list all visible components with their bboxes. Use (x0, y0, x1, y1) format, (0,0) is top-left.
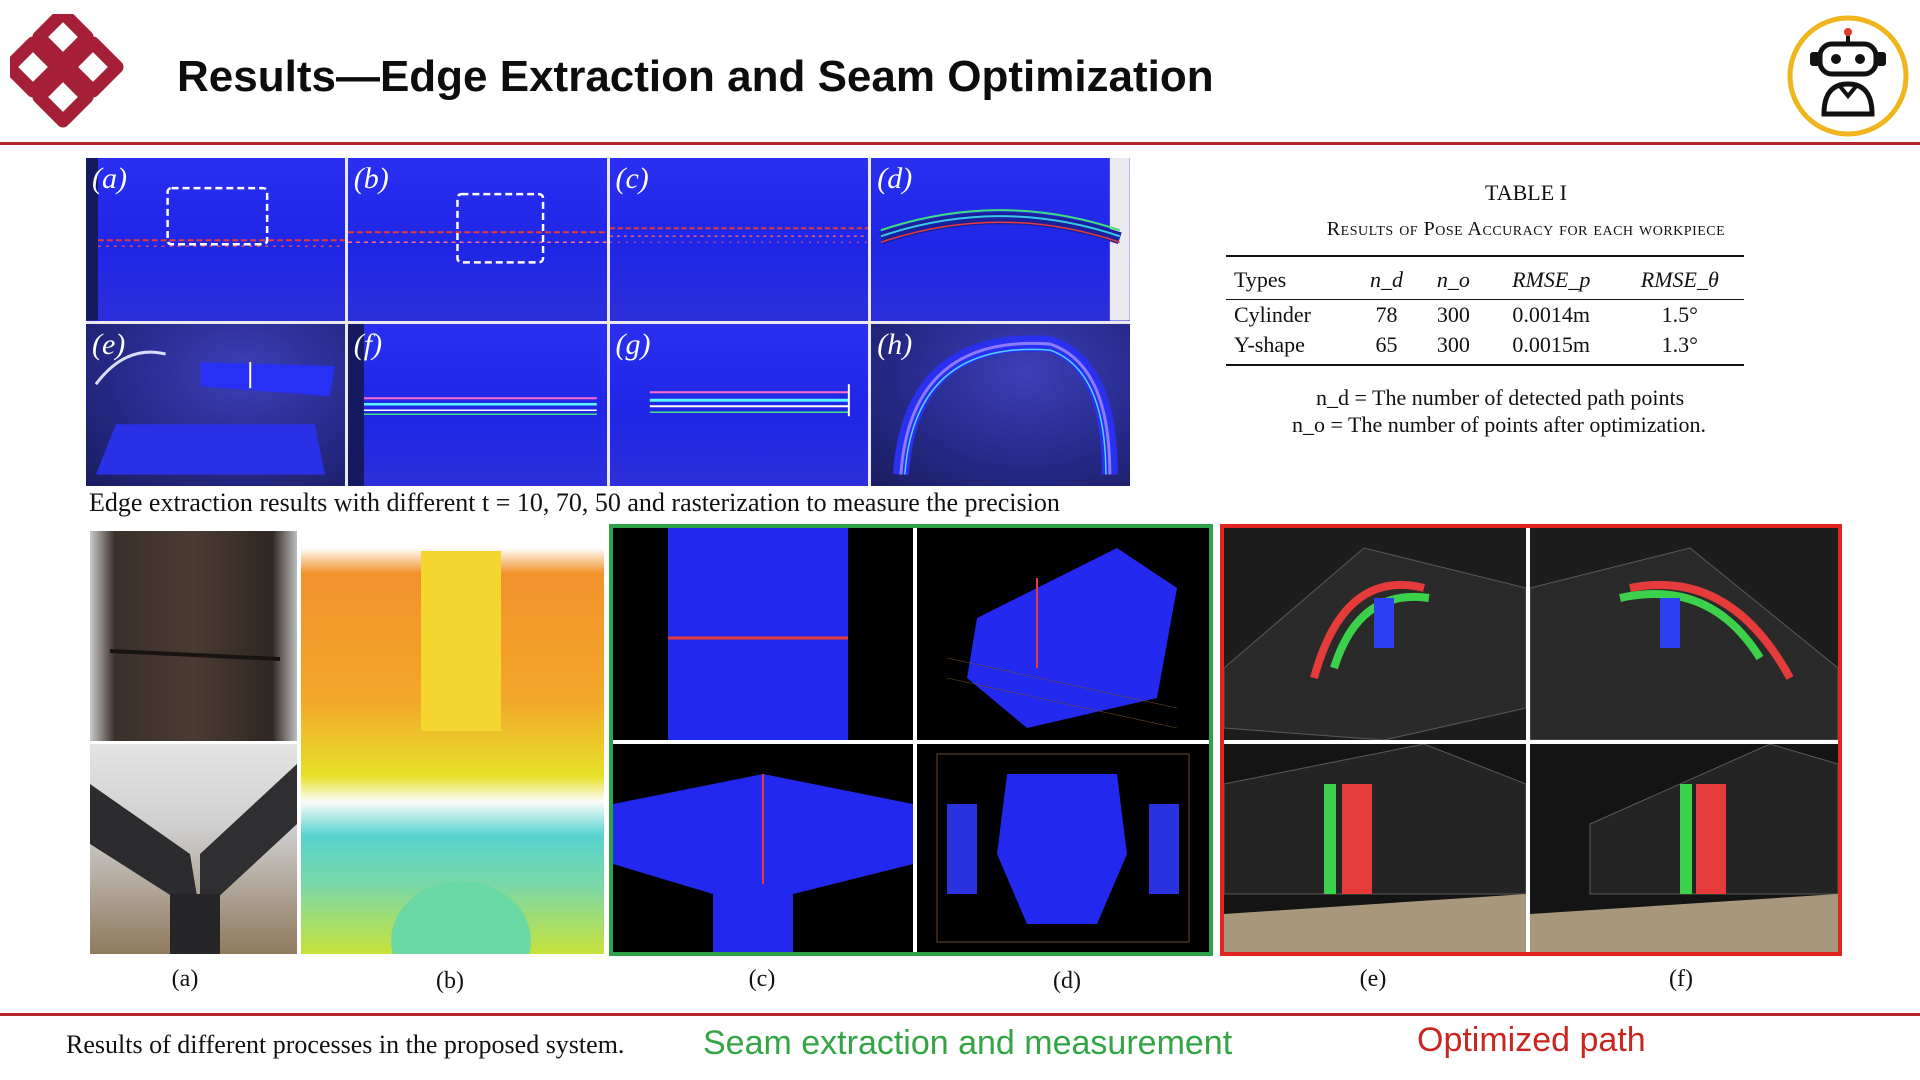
figure-label-e: (e) (1359, 966, 1387, 992)
table-note: n_d = The number of detected path points (1316, 385, 1685, 410)
table-row: Y-shape 65 300 0.0015m 1.3° (1226, 330, 1744, 366)
edge-panel-label: (g) (615, 327, 651, 361)
table-note: n_o = The number of points after optimiz… (1292, 412, 1707, 437)
depth-map-image (301, 531, 604, 954)
path-y-shape-view-2 (1530, 744, 1838, 952)
table-header: n_d (1353, 255, 1420, 300)
university-knot-logo-icon (2, 6, 130, 134)
table-cell: Cylinder (1234, 302, 1311, 327)
table-subtitle: Results of Pose Accuracy for each workpi… (1326, 218, 1726, 240)
edge-panel-e: (e) (86, 323, 345, 486)
edge-panel-c: (c) (609, 158, 869, 321)
edge-panel-g: (g) (609, 323, 869, 486)
table-cell: 65 (1353, 330, 1420, 366)
seam-cylinder-view (613, 528, 913, 740)
pose-accuracy-table: Types n_d n_o RMSE_p RMSE_θ Cylinder 78 … (1226, 255, 1744, 366)
edge-panel-f: (f) (347, 323, 607, 486)
table-header: RMSE_p (1486, 255, 1616, 300)
cylinder-photo (90, 531, 297, 741)
optimized-path-label: Optimized path (1417, 1021, 1646, 1059)
path-cylinder-view-2 (1530, 528, 1838, 740)
edge-panel-label: (a) (92, 162, 127, 195)
edge-panel-label: (e) (92, 327, 126, 361)
figure-label-f: (f) (1669, 966, 1693, 992)
seam-extraction-label: Seam extraction and measurement (703, 1024, 1233, 1062)
edge-panel-label: (c) (615, 162, 649, 195)
edge-panel-d: (d) (871, 158, 1130, 321)
edge-panel-label: (d) (877, 162, 913, 195)
header-divider (0, 142, 1920, 145)
edge-panel-label: (b) (353, 162, 389, 195)
figure-label-b: (b) (436, 968, 464, 994)
slide-title: Results—Edge Extraction and Seam Optimiz… (177, 52, 1214, 101)
edge-extraction-grid: (a) (b) (c) (d) (e) (f) (g) (h) (86, 158, 1130, 486)
table-cell: Y-shape (1226, 330, 1354, 366)
table-cell: 0.0015m (1486, 330, 1616, 366)
y-shape-photo (90, 744, 297, 954)
table-header: n_o (1419, 255, 1487, 300)
table-cell: 1.3° (1615, 330, 1744, 366)
edge-panel-label: (h) (877, 327, 913, 361)
table-cell: 1.5° (1661, 302, 1698, 327)
table-cell: 78 (1375, 302, 1398, 327)
edge-panel-label: (f) (353, 327, 383, 361)
table-header: RMSE_θ (1615, 255, 1744, 300)
edge-panel-b: (b) (347, 158, 607, 321)
table-cell: 0.0014m (1512, 302, 1591, 327)
table-header-row: Types n_d n_o RMSE_p RMSE_θ (1226, 255, 1744, 300)
path-y-shape-view-1 (1224, 744, 1526, 952)
seam-y-shape-view (613, 744, 913, 952)
path-cylinder-view-1 (1224, 528, 1526, 740)
robot-head-icon (1786, 14, 1910, 138)
figure-label-a: (a) (171, 966, 199, 992)
seam-y-shape-raster-view (917, 744, 1209, 952)
edge-extraction-caption: Edge extraction results with different t… (89, 488, 1060, 517)
table-header: Types (1226, 255, 1354, 300)
figure-label-c: (c) (748, 966, 776, 992)
table-cell: 300 (1419, 330, 1487, 366)
edge-panel-h: (h) (871, 323, 1130, 486)
table-cell: 300 (1436, 302, 1470, 327)
figure-label-d: (d) (1053, 968, 1081, 994)
table-row: Cylinder 78 300 0.0014m 1.5° (1226, 300, 1744, 331)
table-title: TABLE I (1485, 180, 1567, 205)
system-results-caption: Results of different processes in the pr… (66, 1030, 625, 1059)
seam-cylinder-raster-view (917, 528, 1209, 740)
edge-panel-a: (a) (86, 158, 345, 321)
footer-divider (0, 1013, 1920, 1016)
